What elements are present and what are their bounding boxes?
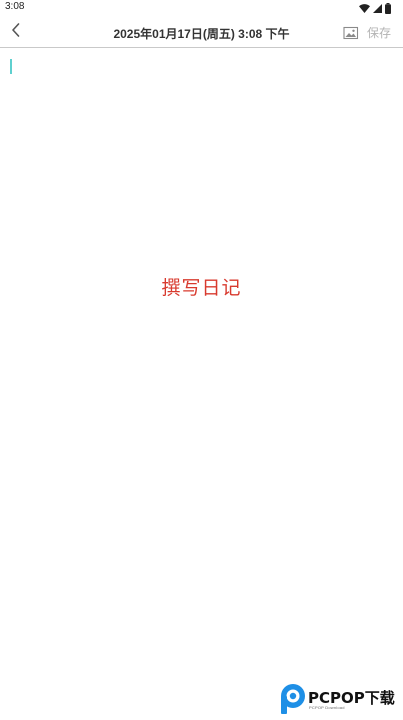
watermark: PCPOP下载 PCPOP Download [280, 683, 402, 715]
status-time: 3:08 [5, 1, 25, 12]
battery-icon [385, 2, 391, 14]
insert-image-button[interactable] [343, 25, 359, 40]
save-button[interactable]: 保存 [367, 24, 391, 41]
signal-icon [373, 3, 382, 13]
diary-editor[interactable]: 撰写日记 [0, 48, 403, 720]
watermark-subtitle: PCPOP Download [309, 705, 345, 710]
pcpop-logo-icon [280, 683, 308, 719]
status-bar: 3:08 [0, 0, 403, 16]
status-icons [359, 2, 391, 14]
editor-placeholder: 撰写日记 [161, 277, 242, 299]
image-icon [343, 25, 359, 44]
header-bar: 2025年01月17日(周五) 3:08 下午 保存 [0, 16, 403, 48]
wifi-icon [359, 3, 370, 13]
back-button[interactable] [6, 21, 26, 41]
chevron-left-icon [11, 22, 21, 41]
text-caret [10, 59, 12, 74]
